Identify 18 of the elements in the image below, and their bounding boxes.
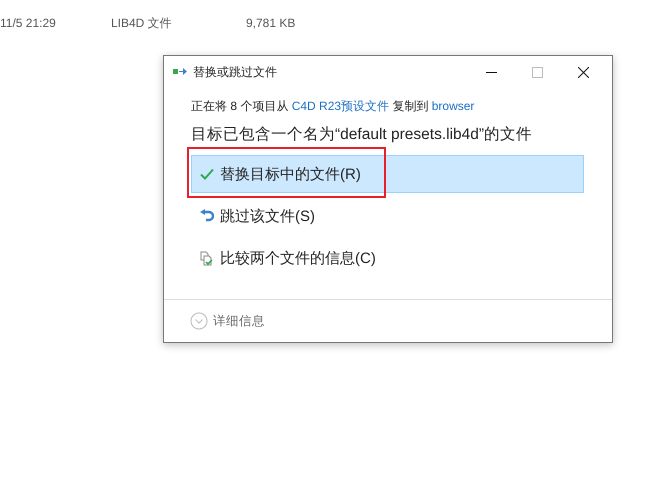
- option-button[interactable]: 跳过该文件(S): [191, 197, 584, 235]
- details-toggle[interactable]: 详细信息: [190, 312, 265, 330]
- chevron-circle-icon: [190, 312, 208, 330]
- checkmark-icon: [200, 168, 214, 180]
- close-icon[interactable]: [578, 66, 589, 78]
- file-transfer-icon: [173, 67, 187, 77]
- modified-date: 11/5 21:29: [0, 16, 57, 30]
- copy-message: 正在将 8 个项目从 C4D R23预设文件 复制到 browser: [191, 98, 476, 115]
- destination-link[interactable]: browser: [432, 99, 474, 113]
- file-size: 9,781 KB: [246, 16, 296, 30]
- compare-files-icon: [200, 250, 214, 266]
- undo-arrow-icon: [200, 209, 214, 223]
- dialog-heading: 目标已包含一个名为“default presets.lib4d”的文件: [191, 125, 534, 145]
- file-type: LIB4D 文件: [111, 14, 173, 32]
- option-button[interactable]: 替换目标中的文件(R): [191, 155, 584, 193]
- window-title: 替换或跳过文件: [193, 64, 277, 80]
- source-link[interactable]: C4D R23预设文件: [292, 99, 390, 113]
- option-button[interactable]: 比较两个文件的信息(C): [191, 239, 584, 277]
